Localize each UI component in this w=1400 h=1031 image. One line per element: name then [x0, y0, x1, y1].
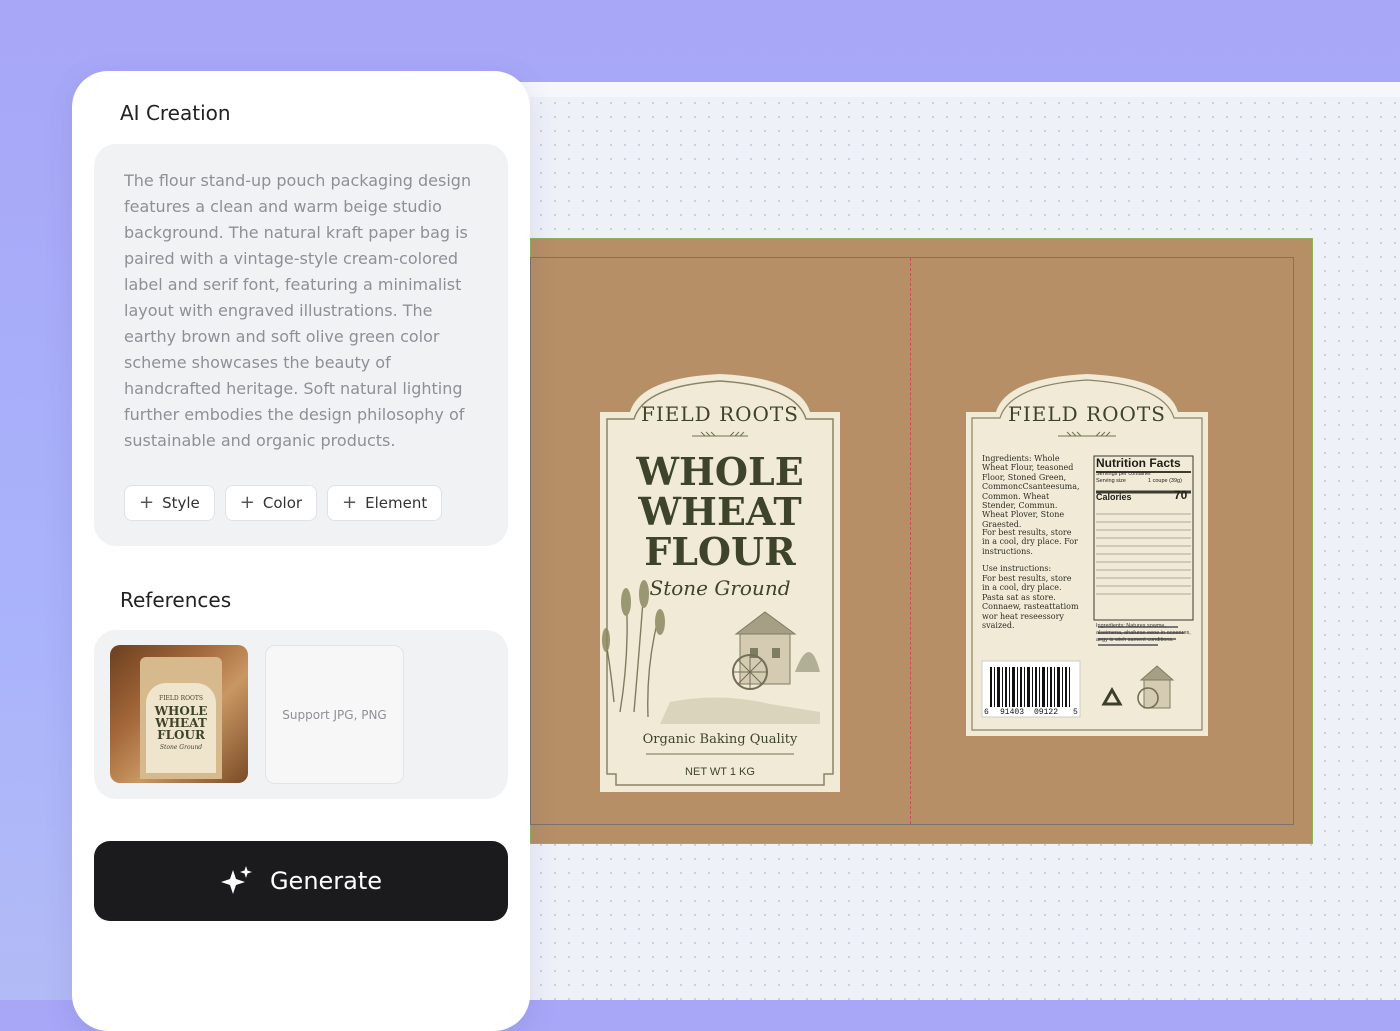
barcode-bars [990, 667, 1070, 707]
upload-reference-dropzone[interactable]: Support JPG, PNG [265, 645, 404, 784]
front-product-line-1: WHOLE [636, 449, 804, 494]
prompt-card[interactable]: The flour stand-up pouch packaging desig… [94, 144, 508, 546]
front-product-line-3: FLOUR [644, 529, 796, 574]
upload-hint: Support JPG, PNG [282, 707, 387, 722]
back-brand-name: FIELD ROOTS [1008, 402, 1166, 426]
prompt-chip-row: + Style + Color + Element [124, 485, 443, 521]
front-label[interactable]: FIELD ROOTS WHOLE WHEAT FLOUR Stone Grou… [600, 372, 840, 792]
plus-icon: + [239, 492, 255, 513]
panel-title: AI Creation [120, 101, 231, 125]
front-product-line-2: WHEAT [638, 489, 802, 534]
barcode-digit-right: 5 [1073, 708, 1078, 717]
reference-line-3: FLOUR [157, 728, 205, 742]
front-tagline: Organic Baking Quality [642, 732, 798, 747]
barcode-digit-left: 6 [984, 708, 989, 717]
add-color-chip[interactable]: + Color [224, 485, 318, 521]
nutrition-calories-value: 70 [1174, 488, 1188, 502]
plus-icon: + [139, 492, 155, 513]
front-script-subtitle: Stone Ground [649, 576, 791, 600]
reference-bag-label: FIELD ROOTS WHOLE WHEAT FLOUR Stone Grou… [146, 683, 216, 773]
back-allergen-text: Ingredients: Natures sowme, alseimena, a… [1096, 623, 1191, 643]
back-use-title: Use instructions: [982, 564, 1052, 573]
plus-icon: + [342, 492, 358, 513]
add-element-chip[interactable]: + Element [327, 485, 443, 521]
nutrition-calories-label: Calories [1096, 492, 1132, 502]
front-net-weight: NET WT 1 KG [685, 766, 755, 778]
back-storage: For best results, store in a cool, dry p… [982, 528, 1078, 556]
nutrition-servings: Servings per container [1096, 471, 1152, 477]
add-style-chip[interactable]: + Style [124, 485, 215, 521]
reference-image-thumbnail[interactable]: FIELD ROOTS WHOLE WHEAT FLOUR Stone Grou… [110, 645, 248, 783]
reference-bag-shape: FIELD ROOTS WHOLE WHEAT FLOUR Stone Grou… [140, 657, 222, 779]
generate-label: Generate [269, 867, 383, 895]
nutrition-serving-size-label: Serving size [1096, 478, 1126, 484]
nutrition-serving-size-value: 1 coupe (39g) [1148, 478, 1182, 484]
back-ingredients: Ingredients: Whole Wheat Flour, teasoned… [982, 454, 1080, 529]
generate-button[interactable]: Generate [94, 841, 508, 921]
fold-guide-line [910, 258, 911, 824]
reference-script: Stone Ground [159, 744, 203, 751]
barcode-digits-group-2: 09122 [1034, 708, 1059, 717]
references-title: References [120, 588, 232, 612]
prompt-textarea[interactable]: The flour stand-up pouch packaging desig… [124, 168, 484, 454]
sparkle-icon [220, 866, 252, 894]
chip-label: Element [365, 494, 428, 512]
nutrition-facts-title: Nutrition Facts [1096, 456, 1181, 470]
references-card: FIELD ROOTS WHOLE WHEAT FLOUR Stone Grou… [94, 630, 508, 799]
barcode-digits-group-1: 91403 [1000, 708, 1025, 717]
back-use-text: For best results, store in a cool, dry p… [982, 574, 1079, 631]
ai-creation-panel: AI Creation The flour stand-up pouch pac… [72, 71, 530, 1031]
chip-label: Color [262, 494, 303, 512]
front-brand-name: FIELD ROOTS [641, 402, 799, 426]
chip-label: Style [162, 494, 200, 512]
reference-brand: FIELD ROOTS [158, 695, 204, 702]
back-label[interactable]: FIELD ROOTS Ingredients: Whole Wheat Flo… [966, 374, 1208, 736]
canvas-toolbar-strip [520, 82, 1400, 97]
